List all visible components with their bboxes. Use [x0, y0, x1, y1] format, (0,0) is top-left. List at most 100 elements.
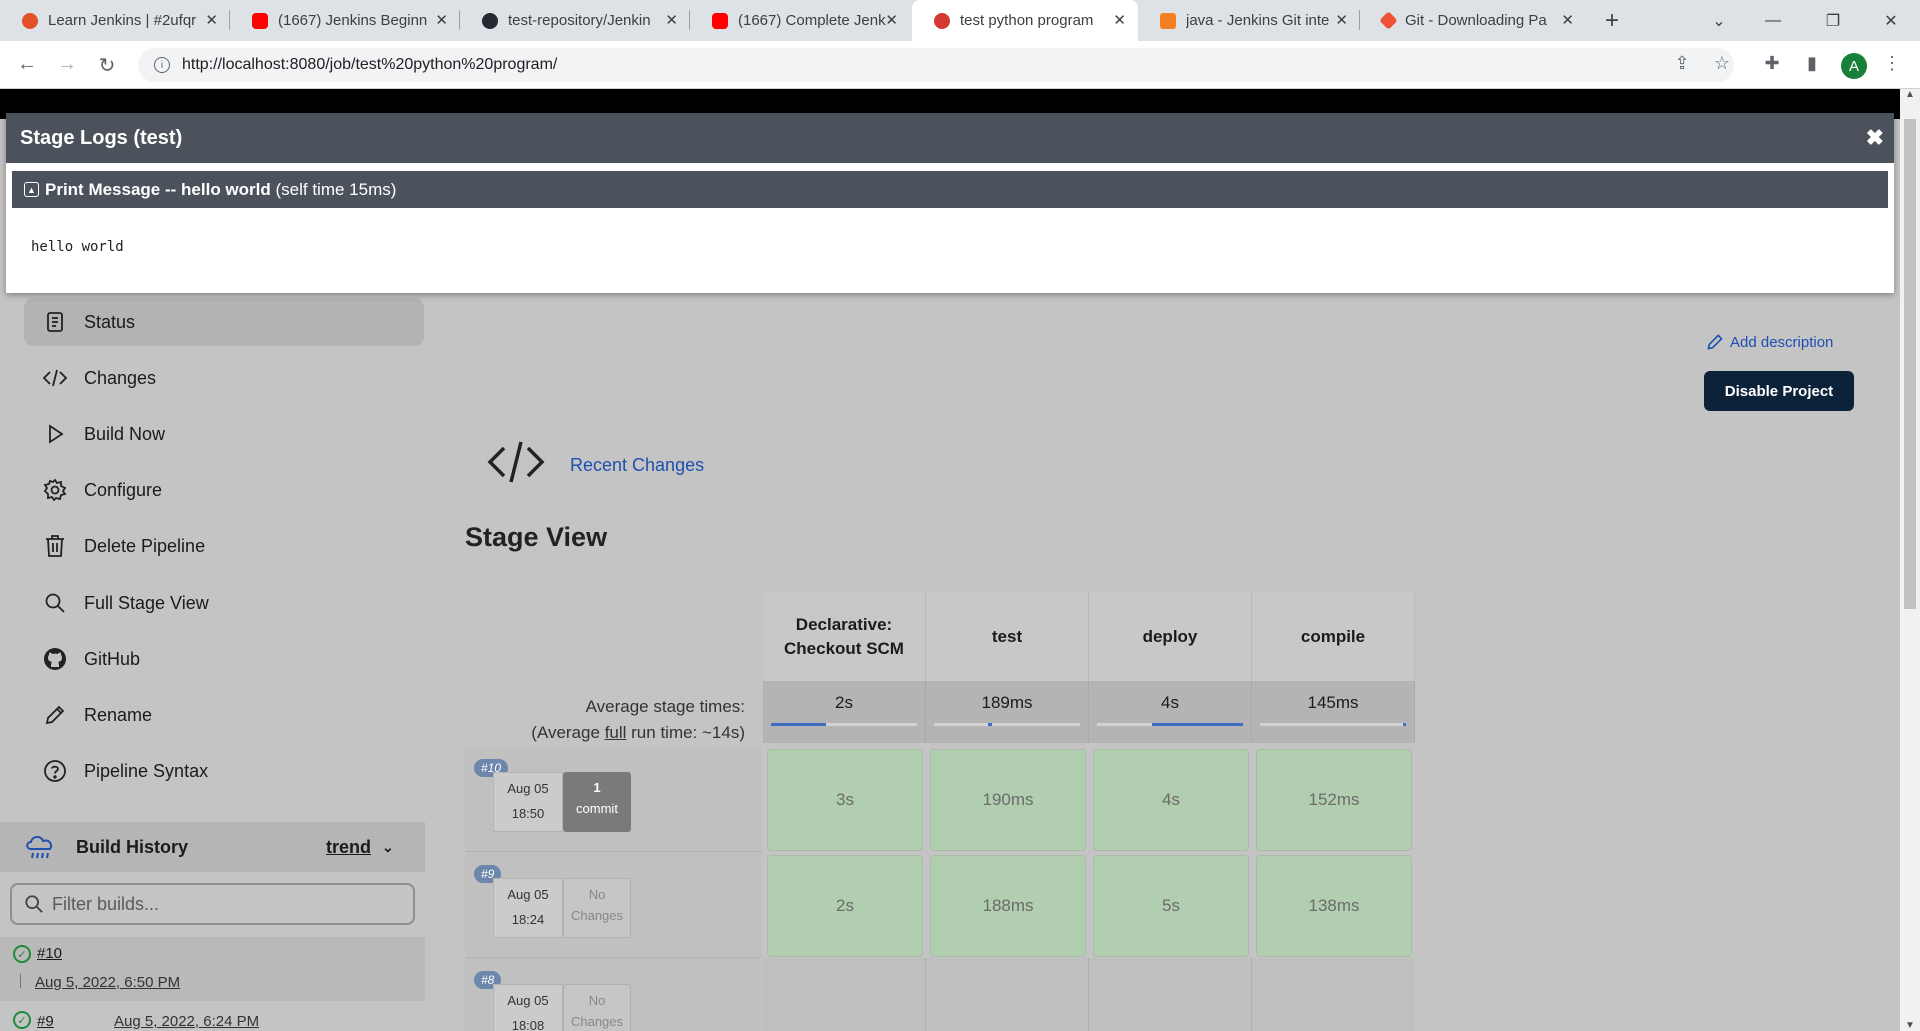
url-omnibox[interactable]: i http://localhost:8080/job/test%20pytho… [138, 48, 1734, 82]
stage-cell[interactable]: 2s [767, 855, 923, 957]
sidebar-item-label: Configure [84, 479, 163, 500]
sidebar-item-delete-pipeline[interactable]: Delete Pipeline [24, 522, 424, 570]
run-row[interactable]: #8 Aug 05 18:08 No Changes [465, 958, 762, 1031]
browser-tab-bar: Learn Jenkins | #2ufqr ✕ (1667) Jenkins … [0, 0, 1920, 41]
tab-search-chevron-icon[interactable]: ⌄ [1694, 0, 1744, 41]
browser-tab[interactable]: test-repository/Jenkin ✕ [460, 0, 690, 41]
youtube-favicon-icon [712, 12, 728, 29]
stage-header: test [926, 592, 1089, 681]
more-menu-icon[interactable]: ⋮ [1880, 53, 1904, 74]
browser-tab[interactable]: (1667) Jenkins Beginn ✕ [230, 0, 460, 41]
close-icon[interactable]: ✕ [205, 11, 218, 29]
chevron-down-icon[interactable]: ⌄ [382, 839, 394, 856]
sidebar-item-label: Rename [84, 704, 153, 725]
stage-cell[interactable]: 152ms [1256, 749, 1412, 851]
sidebar-item-rename[interactable]: Rename [24, 691, 424, 739]
run-date: Aug 05 18:24 [493, 878, 563, 938]
minimize-button[interactable]: — [1748, 0, 1798, 41]
build-date-link[interactable]: Aug 5, 2022, 6:50 PM [35, 974, 180, 991]
browser-tab[interactable]: Git - Downloading Pa ✕ [1360, 0, 1586, 41]
scroll-up-icon[interactable]: ▲ [1900, 89, 1920, 100]
extensions-icon[interactable]: ✚ [1760, 53, 1784, 74]
stage-logs-header: Stage Logs (test) ✖ [6, 113, 1894, 163]
url-text[interactable]: http://localhost:8080/job/test%20python%… [182, 56, 557, 74]
sidebar-item-label: Changes [84, 367, 157, 388]
status-icon [42, 309, 68, 335]
close-icon[interactable]: ✕ [665, 11, 678, 29]
sidebar-item-github[interactable]: GitHub [24, 635, 424, 683]
stage-cell[interactable]: 138ms [1256, 855, 1412, 957]
close-icon[interactable]: ✕ [435, 11, 448, 29]
stage-average-value: 145ms [1307, 693, 1359, 712]
recent-changes-link[interactable]: Recent Changes [570, 455, 704, 476]
github-favicon-icon [482, 12, 498, 29]
close-window-button[interactable]: ✕ [1866, 0, 1916, 41]
stage-average-bar [1097, 723, 1243, 726]
browser-tab[interactable]: Learn Jenkins | #2ufqr ✕ [0, 0, 230, 41]
restore-button[interactable]: ❐ [1808, 0, 1858, 41]
build-number-link[interactable]: #9 [37, 1013, 54, 1030]
sidebar-item-changes[interactable]: Changes [24, 354, 424, 402]
add-description-link[interactable]: Add description [1706, 333, 1833, 351]
page-scrollbar[interactable]: ▲ ▼ [1900, 89, 1920, 1031]
stage-header: compile [1252, 592, 1415, 681]
sidebar-item-full-stage-view[interactable]: Full Stage View [24, 579, 424, 627]
new-tab-button[interactable]: + [1587, 0, 1637, 41]
browser-tab[interactable]: (1667) Complete Jenk ✕ [690, 0, 910, 41]
sidebar-item-pipeline-syntax[interactable]: Pipeline Syntax [24, 747, 424, 795]
back-arrow-icon[interactable]: ← [15, 53, 39, 76]
run-row[interactable]: #9 Aug 05 18:24 No Changes [465, 852, 762, 958]
browser-tab[interactable]: java - Jenkins Git inte ✕ [1138, 0, 1360, 41]
filter-builds-input[interactable]: Filter builds... [10, 883, 415, 925]
run-changes-button[interactable]: 1 commit [563, 772, 631, 832]
build-number-link[interactable]: #10 [37, 945, 62, 962]
close-icon[interactable]: ✕ [1561, 11, 1574, 29]
close-icon[interactable]: ✖ [1866, 125, 1884, 151]
github-icon [42, 646, 68, 672]
stage-cell[interactable]: 190ms [930, 749, 1086, 851]
build-date-link[interactable]: Aug 5, 2022, 6:24 PM [114, 1013, 259, 1030]
stage-cell[interactable]: 188ms [930, 855, 1086, 957]
sidebar-item-build-now[interactable]: Build Now [24, 410, 424, 458]
profile-avatar[interactable]: A [1841, 53, 1867, 79]
stage-cell[interactable]: 4s [1093, 749, 1249, 851]
full-run-time-link[interactable]: full [605, 723, 627, 742]
recent-changes-code-icon[interactable] [486, 438, 546, 491]
sidebar-item-status[interactable]: Status [24, 298, 424, 346]
sidebar-item-label: Pipeline Syntax [84, 760, 209, 781]
share-icon[interactable]: ⇪ [1670, 53, 1694, 74]
log-output: hello world [31, 239, 124, 255]
run-date-time: 18:08 [511, 1018, 545, 1031]
collapse-icon[interactable]: ▲ [24, 182, 39, 197]
search-icon [24, 894, 44, 914]
stage-average-bar [1260, 723, 1406, 726]
avg-prefix: (Average [531, 723, 605, 742]
close-icon[interactable]: ✕ [885, 11, 898, 29]
reload-icon[interactable]: ↻ [95, 53, 119, 78]
scroll-thumb[interactable] [1904, 119, 1916, 609]
sidebar-item-label: Full Stage View [84, 592, 209, 613]
log-step-header[interactable]: ▲ Print Message -- hello world (self tim… [12, 171, 1888, 208]
disable-project-button[interactable]: Disable Project [1704, 371, 1854, 411]
run-row[interactable]: #10 Aug 05 18:50 1 commit [465, 746, 762, 852]
run-changes-label: Changes [570, 908, 624, 923]
trend-link[interactable]: trend [326, 837, 371, 858]
stage-cell[interactable]: 3s [767, 749, 923, 851]
stage-cell[interactable]: 5s [1093, 855, 1249, 957]
build-history-row[interactable]: ✓ #9 Aug 5, 2022, 6:24 PM [0, 1001, 425, 1031]
browser-tab-active[interactable]: test python program ✕ [912, 0, 1138, 41]
forward-arrow-icon[interactable]: → [55, 53, 79, 76]
help-icon [42, 758, 68, 784]
close-icon[interactable]: ✕ [1113, 11, 1126, 29]
scroll-down-icon[interactable]: ▼ [1900, 1020, 1920, 1031]
build-history-row[interactable]: ✓ #10 Aug 5, 2022, 6:50 PM [0, 937, 425, 1001]
star-icon[interactable]: ☆ [1710, 53, 1734, 74]
info-icon[interactable]: i [154, 57, 170, 73]
stage-average-fill [988, 723, 993, 726]
log-step-time: (self time 15ms) [275, 179, 397, 199]
sidebar-item-configure[interactable]: Configure [24, 466, 424, 514]
stage-average-fill [1403, 723, 1406, 726]
close-icon[interactable]: ✕ [1335, 11, 1348, 29]
side-panel-icon[interactable]: ▮ [1800, 53, 1824, 74]
stage-header: deploy [1089, 592, 1252, 681]
